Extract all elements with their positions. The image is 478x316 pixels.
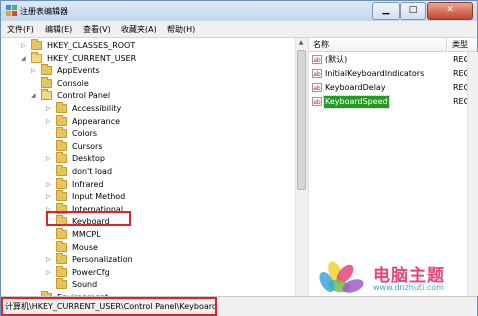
values-pane: 名称 类型 ab (默认) REG_ ab InitialKeyboardIndicat… (309, 38, 477, 296)
maximize-button[interactable]: □ (400, 2, 426, 20)
tree-node-label: don't load (72, 167, 113, 176)
expand-arrow-icon[interactable]: ▷ (46, 118, 51, 125)
folder-icon (56, 177, 67, 189)
value-row[interactable]: ab InitialKeyboardIndicators REG_ (309, 68, 477, 80)
tree-node-label: Control Panel (57, 91, 111, 101)
tree-node-label: Sound (72, 280, 98, 290)
tree-node-label: Infrared (72, 179, 104, 189)
close-icon: ✕ (446, 5, 454, 15)
minimize-icon: ▁ (382, 5, 390, 15)
folder-icon (56, 228, 67, 239)
string-value-icon: ab (312, 69, 322, 78)
folder-icon (56, 165, 67, 176)
title-bar[interactable]: 注册表编辑器 ▁ □ ✕ (1, 1, 477, 21)
scroll-up-icon[interactable]: ▲ (296, 39, 306, 46)
menu-favorites[interactable]: 收藏夹(A) (121, 24, 157, 35)
keyboard-highlight-box (46, 211, 131, 226)
value-row[interactable]: ab (默认) REG_ (309, 54, 477, 66)
menu-bar: 文件(F) 编辑(E) 查看(V) 收藏夹(A) 帮助(H) (1, 21, 477, 38)
value-name: KeyboardSpeed (323, 95, 390, 109)
value-name: KeyboardDelay (325, 83, 386, 92)
expand-arrow-icon[interactable]: ▷ (21, 43, 26, 49)
menu-edit[interactable]: 编辑(E) (45, 24, 72, 35)
expand-arrow-icon (31, 81, 36, 87)
collapse-arrow-icon[interactable]: ◢ (21, 55, 26, 62)
folder-icon (56, 139, 67, 151)
expand-arrow-icon[interactable]: ▷ (46, 106, 51, 112)
tree-node-label: PowerCfg (72, 267, 110, 277)
value-row[interactable]: ab KeyboardSpeed REG_ (309, 95, 477, 109)
registry-editor-window: 注册表编辑器 ▁ □ ✕ 文件(F) 编辑(E) 查看(V) 收藏夹(A) 帮助… (0, 0, 478, 316)
expand-arrow-icon[interactable]: ▷ (46, 194, 51, 200)
expand-arrow-icon[interactable]: ▷ (46, 269, 51, 276)
expand-arrow-icon[interactable]: ▷ (46, 257, 51, 263)
folder-icon (41, 76, 52, 88)
folder-icon (31, 39, 42, 50)
folder-icon (56, 114, 67, 126)
string-value-icon: ab (312, 55, 322, 64)
folder-icon (56, 278, 67, 290)
folder-icon (56, 240, 67, 252)
folder-icon (56, 265, 67, 277)
expand-arrow-icon[interactable]: ▷ (31, 68, 36, 74)
collapse-arrow-icon[interactable]: ◢ (31, 93, 36, 99)
value-name: (默认) (325, 55, 348, 64)
window-title: 注册表编辑器 (20, 7, 68, 16)
folder-icon (56, 253, 67, 265)
menu-help[interactable]: 帮助(H) (167, 24, 195, 35)
tree-node-label: Desktop (72, 154, 105, 164)
expand-arrow-icon (46, 282, 51, 288)
tree-node-label: Input Method (72, 192, 126, 202)
tree-node-label: HKEY_CURRENT_USER (47, 53, 137, 63)
string-value-icon: ab (312, 83, 322, 92)
registry-app-icon (6, 5, 17, 16)
status-highlight-box (1, 297, 217, 316)
expand-arrow-icon (46, 169, 51, 175)
folder-icon (41, 89, 52, 101)
tree-node-label: Console (57, 78, 89, 88)
tree-node-label: AppEvents (57, 66, 100, 76)
tree-node-label: HKEY_CLASSES_ROOT (47, 41, 136, 50)
tree-node-label: Personalization (72, 255, 133, 265)
expand-arrow-icon (46, 131, 51, 137)
tree-node-label: Mouse (72, 242, 98, 252)
menu-view[interactable]: 查看(V) (83, 24, 111, 35)
tree-node-label: Appearance (72, 116, 121, 126)
tree-node-label: Colors (72, 129, 98, 139)
expand-arrow-icon (46, 232, 51, 238)
expand-arrow-icon (46, 245, 51, 251)
tree-scrollbar[interactable]: ▲ (295, 38, 307, 296)
expand-arrow-icon (46, 144, 51, 150)
value-name: InitialKeyboardIndicators (325, 69, 425, 78)
tree-scrollbar-thumb[interactable] (297, 50, 306, 190)
menu-file[interactable]: 文件(F) (7, 24, 34, 35)
maximize-icon: □ (408, 5, 418, 15)
folder-icon (56, 190, 67, 202)
minimize-button[interactable]: ▁ (372, 2, 400, 20)
value-row[interactable]: ab KeyboardDelay REG_ (309, 82, 477, 94)
folder-icon (56, 152, 67, 164)
tree-node-label: Cursors (72, 141, 103, 151)
values-scrollbar[interactable] (467, 52, 478, 296)
folder-icon (41, 64, 52, 76)
tree-node-label: Accessibility (72, 104, 122, 113)
folder-icon (56, 102, 67, 113)
folder-icon (56, 127, 67, 139)
close-button[interactable]: ✕ (427, 2, 473, 20)
tree-node-label: MMCPL (72, 230, 101, 239)
column-header-name[interactable]: 名称 (309, 38, 447, 52)
string-value-icon: ab (312, 97, 322, 106)
status-bar: 计算机\HKEY_CURRENT_USER\Control Panel\Keyb… (1, 296, 477, 316)
expand-arrow-icon[interactable]: ▷ (46, 181, 51, 188)
registry-key-tree[interactable]: ▷ HKEY_CLASSES_ROOT ◢ HKEY_CURRENT_USER ▷ App… (1, 38, 295, 296)
expand-arrow-icon[interactable]: ▷ (46, 156, 51, 162)
folder-icon (31, 51, 42, 63)
column-header-type[interactable]: 类型 (448, 38, 477, 52)
